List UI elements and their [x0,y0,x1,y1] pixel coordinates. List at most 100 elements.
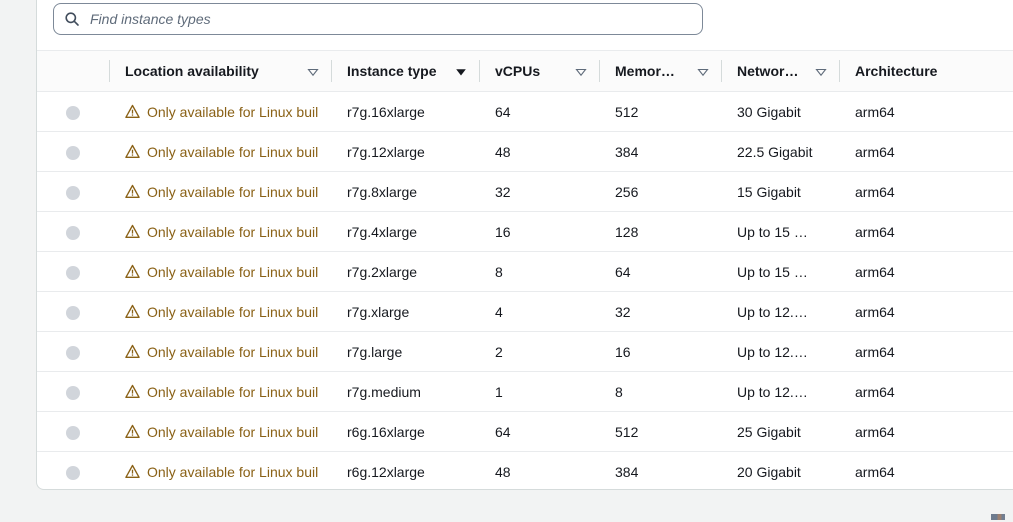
column-header-architecture-label: Architecture [855,63,938,79]
row-select-cell[interactable] [37,171,109,212]
radio-button-disabled [66,385,80,400]
row-select-cell[interactable] [37,411,109,452]
cell-architecture: arm64 [839,331,1013,372]
table-row[interactable]: Only available for Linux buil r7g.8xlarge… [37,171,1013,212]
column-header-vcpus-label: vCPUs [495,63,541,79]
warning-triangle-icon [125,464,140,479]
warning-triangle-icon [125,424,140,439]
table-row[interactable]: Only available for Linux buil r7g.4xlarge… [37,211,1013,252]
cell-instance-type: r7g.4xlarge [331,211,479,252]
cell-memory: 384 [599,451,721,489]
column-header-vcpus[interactable]: vCPUs [479,50,599,92]
warning-triangle-icon [125,144,140,159]
cell-location-availability: Only available for Linux buil [109,331,331,372]
radio-button-disabled [66,265,80,280]
location-availability-text: Only available for Linux buil [147,263,319,280]
warning-triangle-icon [125,224,140,239]
row-select-cell[interactable] [37,211,109,252]
column-header-architecture[interactable]: Architecture [839,50,1013,92]
table-row[interactable]: Only available for Linux buil r7g.2xlarge… [37,251,1013,292]
radio-button-disabled [66,425,80,440]
cell-instance-type: r7g.medium [331,371,479,412]
radio-button-disabled [66,305,80,320]
cell-architecture: arm64 [839,411,1013,452]
cell-network: 20 Gigabit [721,451,839,489]
table-row[interactable]: Only available for Linux buil r7g.12xlarg… [37,131,1013,172]
cell-instance-type: r7g.16xlarge [331,91,479,132]
column-header-instance-type[interactable]: Instance type [331,50,479,92]
cell-location-availability: Only available for Linux buil [109,291,331,332]
location-availability-text: Only available for Linux buil [147,343,319,360]
table-row[interactable]: Only available for Linux buil r7g.16xlarg… [37,91,1013,132]
table-tools-row: 1 2 3 4 [37,0,1013,50]
row-select-cell[interactable] [37,371,109,412]
row-select-cell[interactable] [37,451,109,489]
location-availability-text: Only available for Linux buil [147,463,319,480]
cell-instance-type: r6g.16xlarge [331,411,479,452]
cell-vcpus: 64 [479,91,599,132]
cell-vcpus: 2 [479,331,599,372]
row-select-cell[interactable] [37,131,109,172]
cell-memory: 128 [599,211,721,252]
warning-triangle-icon [125,304,140,319]
search-field[interactable] [53,3,703,35]
column-header-memory[interactable]: Memor… [599,50,721,92]
cell-memory: 8 [599,371,721,412]
table-body: Only available for Linux buil r7g.16xlarg… [37,91,1013,489]
column-header-network-label: Networ… [737,63,799,79]
cell-network: Up to 15 … [721,211,839,252]
column-header-location-availability-label: Location availability [125,63,259,79]
page-root: 1 2 3 4 [0,0,1013,522]
table-row[interactable]: Only available for Linux buil r6g.16xlarg… [37,411,1013,452]
radio-button-disabled [66,185,80,200]
cell-network: 15 Gigabit [721,171,839,212]
radio-button-disabled [66,145,80,160]
cell-location-availability: Only available for Linux buil [109,171,331,212]
location-availability-text: Only available for Linux buil [147,423,319,440]
cell-vcpus: 48 [479,131,599,172]
instance-types-table: Location availability Instance type vCPU… [37,50,1013,489]
cell-memory: 32 [599,291,721,332]
search-input[interactable] [88,3,702,35]
cell-memory: 384 [599,131,721,172]
table-row[interactable]: Only available for Linux buil r7g.xlarge 4… [37,291,1013,332]
table-header-row: Location availability Instance type vCPU… [37,50,1013,92]
row-select-cell[interactable] [37,331,109,372]
column-header-location-availability[interactable]: Location availability [109,50,331,92]
row-select-cell[interactable] [37,291,109,332]
column-header-network[interactable]: Networ… [721,50,839,92]
cell-vcpus: 64 [479,411,599,452]
cell-architecture: arm64 [839,451,1013,489]
radio-button-disabled [66,345,80,360]
cell-instance-type: r7g.2xlarge [331,251,479,292]
cell-architecture: arm64 [839,211,1013,252]
cell-location-availability: Only available for Linux buil [109,371,331,412]
location-availability-text: Only available for Linux buil [147,183,319,200]
cell-network: Up to 12.… [721,331,839,372]
cell-memory: 256 [599,171,721,212]
row-select-cell[interactable] [37,251,109,292]
cell-vcpus: 8 [479,251,599,292]
cell-vcpus: 16 [479,211,599,252]
cell-memory: 64 [599,251,721,292]
cell-memory: 512 [599,91,721,132]
cell-location-availability: Only available for Linux buil [109,411,331,452]
table-row[interactable]: Only available for Linux buil r7g.medium 1… [37,371,1013,412]
radio-button-disabled [66,465,80,480]
location-availability-text: Only available for Linux buil [147,103,319,120]
cell-architecture: arm64 [839,371,1013,412]
column-header-select [37,50,109,92]
location-availability-text: Only available for Linux buil [147,383,319,400]
cell-architecture: arm64 [839,291,1013,332]
cell-architecture: arm64 [839,171,1013,212]
location-availability-text: Only available for Linux buil [147,143,319,160]
row-select-cell[interactable] [37,91,109,132]
cell-instance-type: r7g.12xlarge [331,131,479,172]
table-row[interactable]: Only available for Linux buil r6g.12xlarg… [37,451,1013,489]
table-row[interactable]: Only available for Linux buil r7g.large 2 1… [37,331,1013,372]
cell-network: Up to 12.… [721,291,839,332]
cell-instance-type: r7g.xlarge [331,291,479,332]
warning-triangle-icon [125,344,140,359]
warning-triangle-icon [125,104,140,119]
location-availability-text: Only available for Linux buil [147,303,319,320]
